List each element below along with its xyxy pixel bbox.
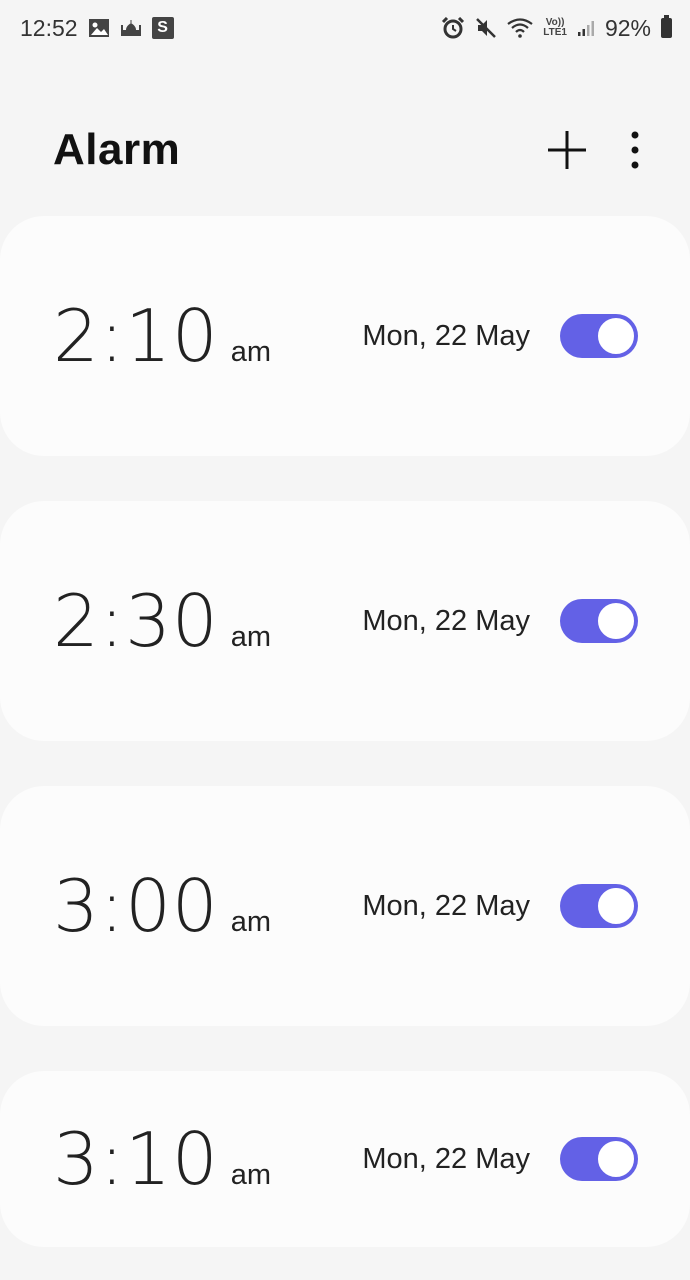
alarm-date: Mon, 22 May (362, 604, 530, 637)
alarm-card[interactable]: 2:30 am Mon, 22 May (0, 501, 690, 741)
add-alarm-button[interactable] (546, 129, 588, 171)
alarm-card[interactable]: 3:00 am Mon, 22 May (0, 786, 690, 1026)
battery-icon (661, 15, 672, 38)
alarm-toggle[interactable] (560, 599, 638, 643)
alarm-time: 3:10 (53, 1117, 219, 1201)
volte-indicator: Vo)) LTE1 (543, 18, 567, 38)
alarm-time-group: 2:10 am (53, 294, 348, 378)
alarm-time-group: 3:10 am (53, 1117, 348, 1201)
alarm-time: 3:00 (53, 864, 219, 948)
plus-icon (548, 131, 586, 169)
alarm-time: 2:10 (53, 294, 219, 378)
toggle-knob (596, 886, 636, 926)
alarm-time-group: 3:00 am (53, 864, 348, 948)
alarm-toggle[interactable] (560, 1137, 638, 1181)
more-vertical-icon (631, 131, 639, 169)
battery-percent: 92% (604, 14, 651, 41)
app-header: Alarm (0, 100, 690, 200)
alarm-clock-icon (441, 17, 465, 39)
alarm-ampm: am (230, 621, 271, 653)
alarm-time: 2:30 (53, 579, 219, 663)
mosque-icon (120, 19, 142, 37)
more-options-button[interactable] (630, 130, 640, 170)
alarm-card[interactable]: 3:10 am Mon, 22 May (0, 1071, 690, 1247)
s-app-icon: S (151, 17, 174, 39)
status-right: Vo)) LTE1 92% (441, 15, 672, 42)
alarm-time-group: 2:30 am (53, 579, 348, 663)
toggle-knob (596, 316, 636, 356)
toggle-knob (596, 1139, 636, 1179)
status-bar: 12:52 S Vo)) LTE1 92% (0, 0, 690, 56)
alarm-date: Mon, 22 May (362, 1142, 530, 1175)
alarm-date: Mon, 22 May (362, 319, 530, 352)
mute-icon (475, 17, 497, 39)
signal-icon (577, 19, 595, 37)
alarm-toggle[interactable] (560, 884, 638, 928)
volte-bottom: LTE1 (543, 27, 567, 38)
header-actions (546, 129, 640, 171)
alarm-toggle[interactable] (560, 314, 638, 358)
alarm-ampm: am (230, 336, 271, 368)
alarm-card[interactable]: 2:10 am Mon, 22 May (0, 216, 690, 456)
page-title: Alarm (53, 125, 181, 174)
alarm-ampm: am (230, 1159, 271, 1191)
alarm-ampm: am (230, 906, 271, 938)
alarm-date: Mon, 22 May (362, 889, 530, 922)
gallery-icon (88, 18, 110, 38)
wifi-icon (507, 18, 533, 38)
status-left: 12:52 S (20, 15, 174, 42)
status-time: 12:52 (20, 14, 78, 41)
toggle-knob (596, 601, 636, 641)
